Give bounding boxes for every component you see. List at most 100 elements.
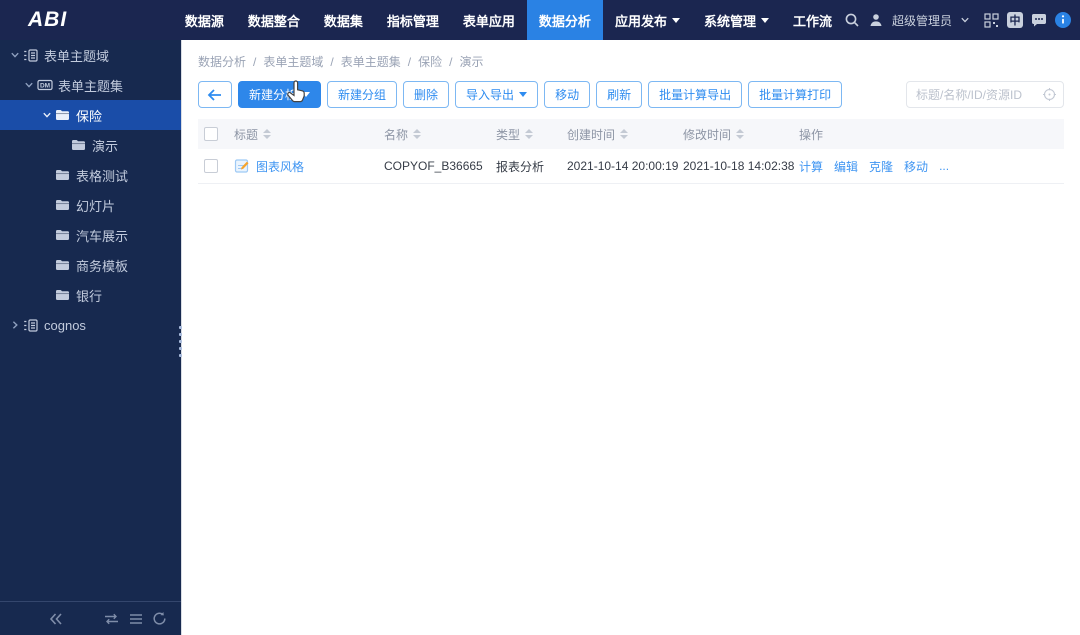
nav-item[interactable]: 指标管理 [375, 0, 451, 40]
nav-item-label: 数据分析 [538, 13, 591, 29]
refresh-icon[interactable] [152, 611, 167, 626]
folder-icon [55, 259, 76, 271]
domain-icon [23, 48, 44, 62]
table-body: 图表风格 COPYOF_B36665 报表分析 2021-10-14 20:00:19… [198, 149, 1064, 184]
info-icon[interactable] [1055, 12, 1071, 28]
chevron-down-icon[interactable] [960, 15, 970, 25]
toolbar-button[interactable]: 移动 [544, 81, 591, 108]
language-toggle[interactable]: 中 [1007, 12, 1023, 28]
action-link[interactable]: 克隆 [869, 158, 893, 175]
tree-item[interactable]: 汽车展示 [0, 220, 181, 250]
tree-item[interactable]: 商务模板 [0, 250, 181, 280]
breadcrumb-item[interactable]: 表单主题域 [263, 53, 323, 70]
message-icon[interactable] [1031, 13, 1047, 27]
column-header[interactable]: 类型 [496, 126, 567, 143]
action-link[interactable]: ... [939, 159, 949, 173]
qr-code-icon[interactable] [984, 12, 999, 28]
sort-icon[interactable] [263, 129, 272, 139]
chevron-down-icon[interactable] [21, 80, 37, 90]
search-input[interactable] [906, 81, 1064, 108]
sort-icon[interactable] [525, 129, 534, 139]
breadcrumb-separator: / [330, 54, 334, 69]
chevron-down-icon[interactable] [7, 50, 23, 60]
tree-item-label: 商务模板 [76, 258, 129, 274]
tree-item-label: 表格测试 [76, 168, 129, 184]
action-link[interactable]: 编辑 [834, 158, 858, 175]
sort-icon[interactable] [413, 129, 422, 139]
column-header[interactable]: 修改时间 [683, 126, 799, 143]
folder-icon [55, 199, 76, 211]
tree-item-label: 表单主题集 [58, 78, 124, 94]
column-header[interactable]: 标题 [234, 126, 384, 143]
nav-item[interactable]: 数据整合 [236, 0, 312, 40]
chevron-down-icon [671, 17, 680, 23]
toolbar-button[interactable]: 批量计算打印 [748, 81, 843, 108]
tree-item-label: 演示 [92, 138, 119, 154]
toolbar-button[interactable]: 批量计算导出 [648, 81, 743, 108]
new-analysis-button[interactable]: 新建分析 [238, 81, 322, 108]
top-nav: ABI 数据源 数据整合 数据集 指标管理 表单应用 数据分析 应用发布 系统管理 工作流 超级… [0, 0, 1080, 40]
chevron-down-icon[interactable] [39, 110, 55, 120]
svg-text:DM: DM [40, 83, 50, 90]
sidebar-tree: 表单主题域 DM 表单主题集保险演示表格测试幻灯片汽车展示商务模板银行 cognos [0, 40, 181, 340]
tree-item-label: 汽车展示 [76, 228, 129, 244]
user-name[interactable]: 超级管理员 [892, 12, 952, 29]
tree-item[interactable]: 表格测试 [0, 160, 181, 190]
column-label: 名称 [384, 127, 409, 142]
search-icon[interactable] [844, 12, 860, 28]
back-button[interactable] [198, 81, 232, 108]
resize-handle[interactable] [179, 326, 182, 357]
tree-item[interactable]: 表单主题域 [0, 40, 181, 70]
tree-item[interactable]: cognos [0, 310, 181, 340]
resource-title-link[interactable]: 图表风格 [256, 158, 304, 175]
breadcrumb-item[interactable]: 数据分析 [198, 53, 246, 70]
row-checkbox[interactable] [204, 159, 218, 173]
breadcrumb-item[interactable]: 表单主题集 [341, 53, 401, 70]
menu-icon[interactable] [129, 613, 143, 625]
back-arrow-icon [207, 88, 223, 102]
breadcrumb-item[interactable]: 保险 [418, 53, 442, 70]
tree-item[interactable]: DM 表单主题集 [0, 70, 181, 100]
action-link[interactable]: 移动 [904, 158, 928, 175]
nav-menu: 数据源 数据整合 数据集 指标管理 表单应用 数据分析 应用发布 系统管理 工作流 [173, 0, 844, 40]
nav-item-label: 表单应用 [462, 13, 515, 29]
select-all-checkbox[interactable] [204, 127, 218, 141]
user-icon[interactable] [868, 12, 884, 28]
column-header[interactable]: 名称 [384, 126, 496, 143]
tree-item[interactable]: 保险 [0, 100, 181, 130]
nav-item[interactable]: 表单应用 [451, 0, 527, 40]
tree-item[interactable]: 演示 [0, 130, 181, 160]
sort-icon[interactable] [736, 129, 745, 139]
nav-item[interactable]: 数据分析 [526, 0, 603, 40]
column-header[interactable]: 创建时间 [567, 126, 683, 143]
nav-item[interactable]: 应用发布 [603, 0, 692, 40]
nav-right: 超级管理员 中 [844, 0, 1080, 40]
action-link[interactable]: 计算 [799, 158, 823, 175]
nav-item[interactable]: 工作流 [781, 0, 844, 40]
toolbar-button[interactable]: 新建分组 [327, 81, 398, 108]
app-logo: ABI [28, 8, 68, 31]
tree-item-label: 保险 [76, 108, 103, 124]
tree-item[interactable]: 银行 [0, 280, 181, 310]
column-label: 标题 [234, 127, 259, 142]
toolbar: 新建分析 新建分组 删除 导入导出 移动 刷新 批量计算导出 批量计算打印 [198, 81, 1064, 108]
chevron-down-icon [760, 17, 769, 23]
dm-icon: DM [37, 79, 58, 91]
chevron-right-icon[interactable] [7, 320, 23, 330]
breadcrumb-item[interactable]: 演示 [459, 53, 483, 70]
nav-item-label: 指标管理 [386, 13, 439, 29]
button-label: 刷新 [607, 88, 632, 102]
sort-icon[interactable] [620, 129, 629, 139]
tree-item[interactable]: 幻灯片 [0, 190, 181, 220]
folder-icon [55, 109, 76, 121]
advanced-search-icon[interactable] [1042, 87, 1057, 102]
nav-item[interactable]: 系统管理 [692, 0, 781, 40]
toolbar-button[interactable]: 刷新 [596, 81, 643, 108]
toolbar-button[interactable]: 删除 [403, 81, 450, 108]
tree-item-label: 表单主题域 [44, 48, 110, 64]
swap-icon[interactable] [103, 613, 120, 625]
collapse-sidebar-button[interactable] [48, 612, 64, 626]
nav-item[interactable]: 数据集 [312, 0, 375, 40]
nav-item[interactable]: 数据源 [173, 0, 236, 40]
toolbar-button[interactable]: 导入导出 [455, 81, 539, 108]
